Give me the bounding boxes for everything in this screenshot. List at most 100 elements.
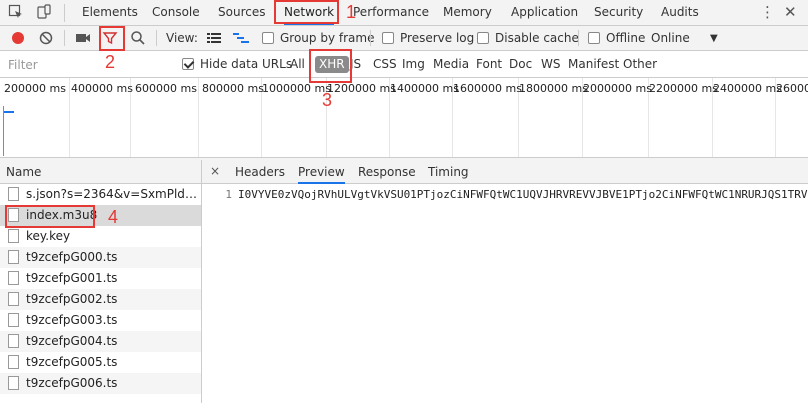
more-options-icon[interactable]: ⋮ <box>760 3 775 21</box>
request-detail: × Headers Preview Response Timing 1 I0VY… <box>202 160 808 403</box>
tab-performance[interactable]: Performance <box>353 0 429 25</box>
annotation-number: 1 <box>346 2 357 22</box>
tab-elements[interactable]: Elements <box>82 0 138 25</box>
large-rows-icon[interactable] <box>206 30 222 46</box>
annotation-number: 4 <box>108 207 119 227</box>
tab-preview[interactable]: Preview <box>298 160 345 184</box>
file-icon <box>8 334 19 348</box>
tab-response[interactable]: Response <box>358 160 416 184</box>
record-icon[interactable] <box>10 30 26 46</box>
detail-tabbar: × Headers Preview Response Timing <box>202 160 808 184</box>
filter-type-all[interactable]: All <box>290 51 305 78</box>
time-tick: 400000 ms <box>71 82 133 95</box>
tab-console[interactable]: Console <box>152 0 200 25</box>
tab-audits[interactable]: Audits <box>661 0 699 25</box>
request-row[interactable]: t9zcefpG006.ts <box>0 373 201 394</box>
view-label: View: <box>166 31 198 45</box>
filter-input[interactable] <box>4 55 169 74</box>
time-tick: 1600000 ms <box>453 82 522 95</box>
hide-data-urls-option[interactable]: Hide data URLs <box>182 51 292 78</box>
capture-screenshots-icon[interactable] <box>74 30 92 46</box>
request-row[interactable]: t9zcefpG004.ts <box>0 331 201 352</box>
filter-type-media[interactable]: Media <box>433 51 469 78</box>
divider <box>156 30 157 46</box>
timeline-overview[interactable]: 200000 ms 400000 ms 600000 ms 800000 ms … <box>0 78 808 158</box>
file-icon <box>8 313 19 327</box>
devtools-tabbar: Elements Console Sources Network Perform… <box>0 0 808 26</box>
close-devtools-icon[interactable]: ✕ <box>784 3 797 21</box>
annotation-number: 3 <box>322 90 333 110</box>
time-tick: 800000 ms <box>202 82 264 95</box>
chevron-down-icon[interactable]: ▼ <box>710 26 718 51</box>
device-toolbar-icon[interactable] <box>36 4 52 20</box>
waterfall-icon[interactable] <box>232 30 250 46</box>
annotation-box-index <box>5 205 95 228</box>
preserve-log-checkbox[interactable] <box>382 32 394 44</box>
response-text: I0VYVE0zVQojRVhULVgtVkVSU01PTjozCiNFWFQt… <box>238 188 808 201</box>
divider <box>578 30 579 46</box>
offline-checkbox[interactable] <box>588 32 600 44</box>
request-row[interactable]: s.json?s=2364&v=SxmPldPSv1... <box>0 184 201 205</box>
annotation-box-network <box>274 0 339 24</box>
filter-type-other[interactable]: Other <box>623 51 657 78</box>
line-number: 1 <box>225 188 232 201</box>
file-icon <box>8 229 19 243</box>
request-row[interactable]: t9zcefpG001.ts <box>0 268 201 289</box>
request-row[interactable]: t9zcefpG005.ts <box>0 352 201 373</box>
request-row[interactable]: t9zcefpG000.ts <box>0 247 201 268</box>
request-list: Name s.json?s=2364&v=SxmPldPSv1... index… <box>0 160 202 403</box>
disable-cache-option[interactable]: Disable cache <box>477 26 579 51</box>
annotation-box-xhr <box>309 49 352 83</box>
search-icon[interactable] <box>130 30 146 46</box>
time-tick: 1400000 ms <box>390 82 459 95</box>
time-tick: 1800000 ms <box>519 82 588 95</box>
tab-memory[interactable]: Memory <box>443 0 492 25</box>
preview-content[interactable]: 1 I0VYVE0zVQojRVhULVgtVkVSU01PTjozCiNFWF… <box>202 184 808 403</box>
filter-type-img[interactable]: Img <box>402 51 425 78</box>
filter-type-font[interactable]: Font <box>476 51 502 78</box>
request-row[interactable]: t9zcefpG002.ts <box>0 289 201 310</box>
group-by-frame-checkbox[interactable] <box>262 32 274 44</box>
tab-headers[interactable]: Headers <box>235 160 285 184</box>
time-tick: 2400000 ms <box>713 82 782 95</box>
divider <box>64 4 65 22</box>
request-row[interactable]: key.key <box>0 226 201 247</box>
close-icon[interactable]: × <box>210 164 220 178</box>
filter-type-css[interactable]: CSS <box>373 51 397 78</box>
preserve-log-option[interactable]: Preserve log <box>382 26 474 51</box>
file-icon <box>8 376 19 390</box>
file-icon <box>8 271 19 285</box>
offline-option[interactable]: Offline <box>588 26 645 51</box>
tab-security[interactable]: Security <box>594 0 643 25</box>
file-icon <box>8 355 19 369</box>
request-row[interactable]: t9zcefpG003.ts <box>0 310 201 331</box>
time-tick: 2600000 ms <box>776 82 808 95</box>
time-tick: 1200000 ms <box>327 82 396 95</box>
time-tick: 1000000 ms <box>262 82 331 95</box>
time-tick: 2000000 ms <box>583 82 652 95</box>
tab-timing[interactable]: Timing <box>428 160 469 184</box>
annotation-number: 2 <box>105 52 116 72</box>
inspect-icon[interactable] <box>8 4 24 20</box>
gridline <box>198 78 199 157</box>
throttling-select[interactable]: Online <box>651 26 690 51</box>
name-column-header[interactable]: Name <box>0 160 201 184</box>
file-icon <box>8 292 19 306</box>
filter-type-doc[interactable]: Doc <box>509 51 532 78</box>
tab-sources[interactable]: Sources <box>218 0 265 25</box>
disable-cache-checkbox[interactable] <box>477 32 489 44</box>
divider <box>64 30 65 46</box>
group-by-frame-option[interactable]: Group by frame <box>262 26 374 51</box>
file-icon <box>8 187 19 201</box>
tab-application[interactable]: Application <box>511 0 578 25</box>
filter-type-manifest[interactable]: Manifest <box>568 51 619 78</box>
clear-icon[interactable] <box>38 30 54 46</box>
filter-type-ws[interactable]: WS <box>541 51 560 78</box>
divider <box>370 30 371 46</box>
time-tick: 600000 ms <box>135 82 197 95</box>
time-tick: 2200000 ms <box>649 82 718 95</box>
hide-data-urls-checkbox[interactable] <box>182 58 194 70</box>
request-bar <box>4 111 14 113</box>
time-tick: 200000 ms <box>4 82 66 95</box>
annotation-box-filter <box>99 26 125 51</box>
